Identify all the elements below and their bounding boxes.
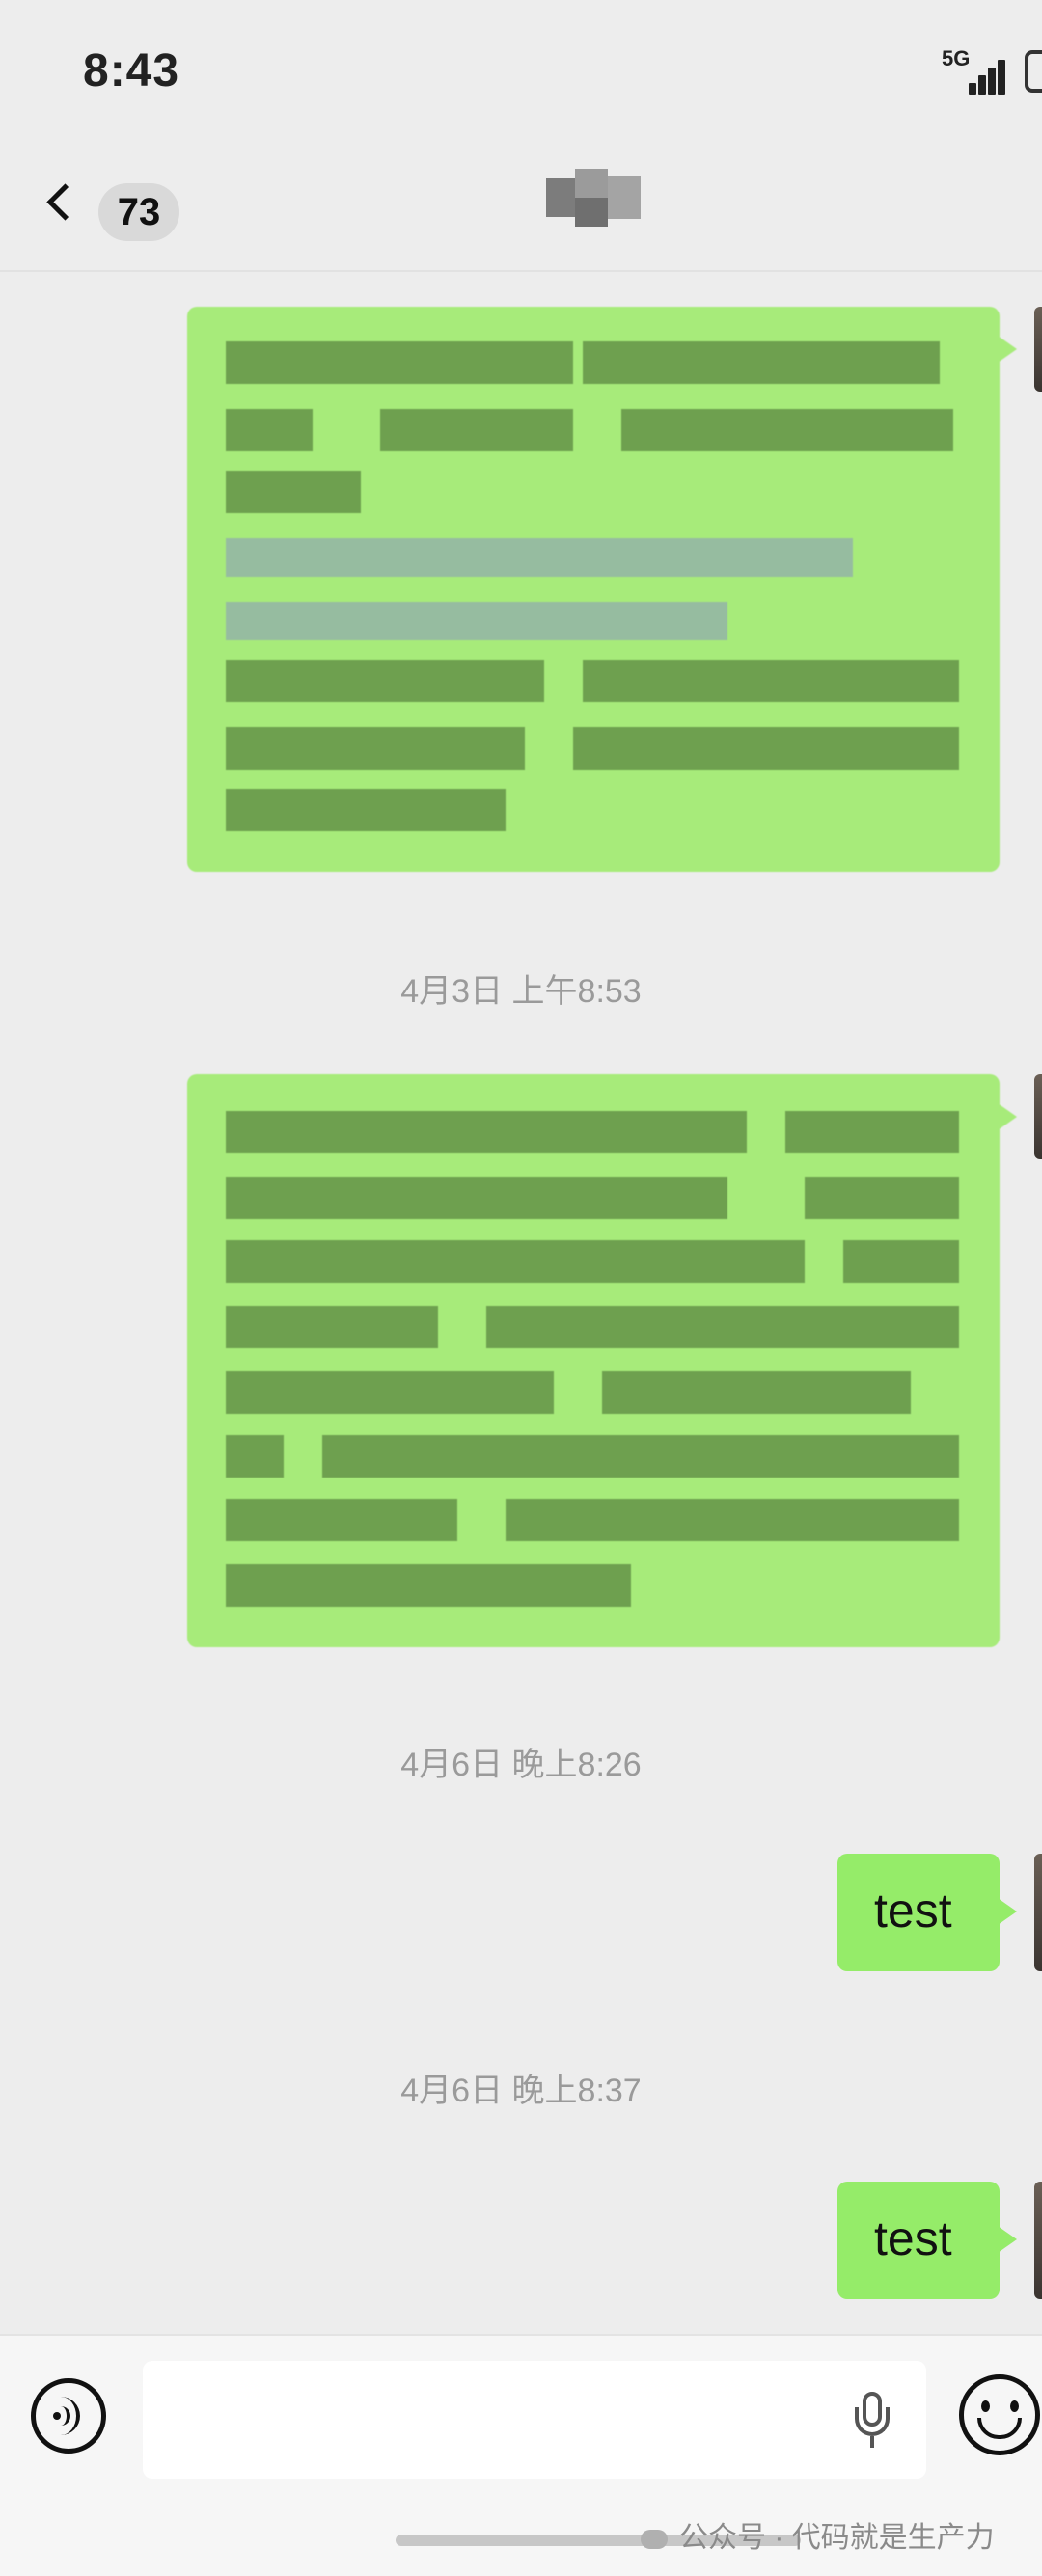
pixelated-text: [187, 307, 1000, 872]
watermark-text: 公众号 · 代码就是生产力: [679, 2522, 995, 2554]
message-timestamp: 4月3日 上午8:53: [400, 973, 642, 1010]
message-bubble-pixelated[interactable]: [187, 1074, 1017, 1647]
self-avatar[interactable]: [1034, 1074, 1042, 1159]
chat-title-obscured: [546, 169, 641, 227]
header-divider: [0, 270, 1042, 272]
status-time: 8:43: [83, 45, 180, 96]
microphone-icon[interactable]: [853, 2392, 891, 2454]
back-chevron-icon: [46, 183, 84, 221]
chat-header: 73: [0, 145, 1042, 270]
battery-icon: [1025, 50, 1042, 93]
self-avatar[interactable]: [1034, 1854, 1042, 1971]
message-input[interactable]: [143, 2361, 926, 2479]
watermark: 公众号 · 代码就是生产力: [641, 2513, 995, 2554]
self-avatar[interactable]: [1034, 2182, 1042, 2299]
message-bubble-text[interactable]: test: [837, 1854, 1017, 1971]
back-button[interactable]: 73: [39, 176, 193, 245]
message-bubble-pixelated[interactable]: [187, 307, 1017, 872]
message-text: test: [874, 1884, 952, 1938]
status-bar: 8:43 5G: [0, 0, 1042, 145]
signal-bars-icon: [963, 56, 1007, 95]
message-text: test: [874, 2211, 952, 2265]
message-timestamp: 4月6日 晚上8:37: [400, 2073, 642, 2109]
self-avatar[interactable]: [1034, 307, 1042, 392]
emoji-icon[interactable]: [959, 2374, 1040, 2455]
voice-icon[interactable]: [31, 2378, 106, 2454]
message-timestamp: 4月6日 晚上8:26: [400, 1747, 642, 1783]
unread-count-badge[interactable]: 73: [98, 183, 179, 241]
pixelated-text: [187, 1074, 1000, 1647]
message-bubble-text[interactable]: test: [837, 2182, 1017, 2299]
signal-icon: 5G: [942, 48, 1009, 102]
wechat-logo-icon: [641, 2530, 668, 2550]
